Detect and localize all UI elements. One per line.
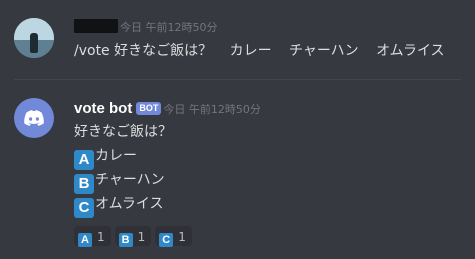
message-header: 今日 午前12時50分 xyxy=(74,16,218,34)
option-line: A カレー xyxy=(74,144,172,170)
reaction-count: 1 xyxy=(97,230,105,244)
regional-indicator-b-icon: B xyxy=(118,233,133,247)
reaction-button-a[interactable]: A1 xyxy=(74,226,111,247)
username[interactable]: vote bot xyxy=(74,100,132,117)
message-content: 好きなご飯は？ A カレー B チャーハン C オムライス xyxy=(74,120,172,218)
option-line: C オムライス xyxy=(74,192,172,218)
message-divider xyxy=(14,79,461,80)
regional-indicator-c-icon: C xyxy=(74,198,94,218)
message-bot: vote bot BOT 今日 午前12時50分 好きなご飯は？ A カレー B チャー… xyxy=(0,84,475,259)
option-text: カレー xyxy=(95,148,137,164)
question-line: 好きなご飯は？ xyxy=(74,124,172,140)
option-word: チャーハン xyxy=(289,43,359,59)
option-word: オムライス xyxy=(376,43,445,59)
regional-indicator-b-icon: B xyxy=(74,174,94,194)
message-content: /vote 好きなご飯は？ カレー チャーハン オムライス xyxy=(74,41,445,61)
regional-indicator-a-icon: A xyxy=(78,233,92,247)
regional-indicator-a-icon: A xyxy=(74,150,94,170)
user-avatar[interactable] xyxy=(14,18,54,58)
timestamp: 今日 午前12時50分 xyxy=(120,20,218,34)
command-text: /vote 好きなご飯は？ xyxy=(74,43,213,59)
bot-tag: BOT xyxy=(136,102,162,115)
message-user: 今日 午前12時50分 /vote 好きなご飯は？ カレー チャーハン オムライ… xyxy=(0,0,475,78)
option-text: オムライス xyxy=(95,196,164,212)
reaction-count: 1 xyxy=(137,230,146,244)
reactions-bar: A1B1C1 xyxy=(74,226,196,247)
message-header: vote bot BOT 今日 午前12時50分 xyxy=(74,98,261,118)
reaction-button-b[interactable]: B1 xyxy=(114,226,152,247)
regional-indicator-c-icon: C xyxy=(159,233,174,247)
discord-logo-svg xyxy=(24,110,44,126)
avatar-figure xyxy=(30,33,38,53)
discord-logo-icon[interactable] xyxy=(14,98,54,138)
timestamp: 今日 午前12時50分 xyxy=(163,102,261,116)
reaction-count: 1 xyxy=(178,230,186,244)
reaction-button-c[interactable]: C1 xyxy=(155,226,192,247)
option-word: カレー xyxy=(229,43,272,59)
option-text: チャーハン xyxy=(95,172,165,188)
option-line: B チャーハン xyxy=(74,168,172,194)
redacted-username xyxy=(74,19,118,33)
